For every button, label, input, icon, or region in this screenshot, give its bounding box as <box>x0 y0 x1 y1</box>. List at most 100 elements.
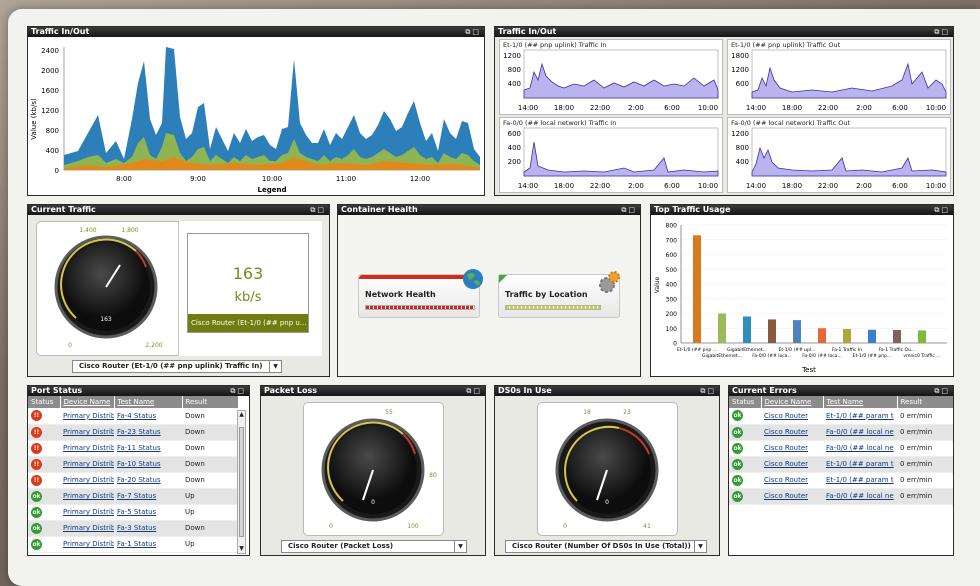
table-row[interactable]: !! Primary Distrib Fa-10 Status Down <box>28 456 238 473</box>
panel-controls-icon[interactable]: ⧉□ <box>934 205 950 215</box>
test-name-link[interactable]: Fa-10 Status <box>114 456 182 473</box>
table-row[interactable]: ok Cisco Router Et-1/0 (## param t0 err/mi… <box>729 408 953 425</box>
bar[interactable] <box>718 313 726 344</box>
column-header[interactable]: Device Name <box>60 396 115 408</box>
test-name-link[interactable]: Et-1/0 (## param t <box>823 456 897 473</box>
test-name-link[interactable]: Fa-4 Status <box>114 408 182 425</box>
table-row[interactable]: ok Cisco Router Et-1/0 (## param t0 err/mi… <box>729 456 953 473</box>
bar[interactable] <box>768 319 776 343</box>
chevron-down-icon[interactable]: ▼ <box>694 541 706 552</box>
panel-controls-icon[interactable]: ⧉□ <box>934 386 950 396</box>
device-name-link[interactable]: Primary Distrib <box>60 408 114 425</box>
table-row[interactable]: ok Primary Distrib Fa-3 Status Down <box>28 520 238 537</box>
test-name-link[interactable]: Fa-20 Status <box>114 472 182 489</box>
table-row[interactable]: ok Cisco Router Fa-0/0 (## local ne 0 err/m… <box>729 424 953 441</box>
container-health-title: Container Health <box>341 205 418 214</box>
device-name-link[interactable]: Cisco Router <box>761 456 823 473</box>
test-name-link[interactable]: Fa-0/0 (## local ne <box>823 424 897 441</box>
panel-controls-icon[interactable]: ⧉□ <box>465 27 481 37</box>
top-traffic-ylabel: Value <box>654 276 661 293</box>
y-tick-label: 1600 <box>41 87 59 95</box>
panel-controls-icon[interactable]: ⧉□ <box>621 205 637 215</box>
ok-icon: ok <box>732 490 743 502</box>
bar[interactable] <box>793 320 801 343</box>
gauge-mark: 18 <box>583 409 591 416</box>
status-cell: !! <box>28 440 60 457</box>
scrollbar[interactable]: ▲ ▼ <box>237 410 246 554</box>
test-name-link[interactable]: Fa-7 Status <box>114 488 182 505</box>
panel-controls-icon[interactable]: ⧉□ <box>310 205 326 215</box>
x-tick-label: 6:00 <box>892 182 908 190</box>
packet-loss-select[interactable]: Cisco Router (Packet Loss) ▼ <box>281 540 467 553</box>
table-row[interactable]: ok Primary Distrib Fa-1 Status Up <box>28 536 238 553</box>
test-name-link[interactable]: Et-1/0 (## param t <box>823 408 897 425</box>
test-name-link[interactable]: Fa-1 Status <box>114 536 182 553</box>
y-tick-label: 1200 <box>731 130 749 138</box>
x-tick-label: 6:00 <box>892 104 908 112</box>
x-tick-label: 2:00 <box>856 182 872 190</box>
x-tick-label: 12:00 <box>410 175 430 183</box>
bar[interactable] <box>893 330 901 343</box>
table-row[interactable]: ok Primary Distrib Fa-7 Status Up <box>28 488 238 505</box>
panel-controls-icon[interactable]: ⧉□ <box>700 386 716 396</box>
panel-controls-icon[interactable]: ⧉□ <box>934 27 950 37</box>
current-traffic-gauge-value: 163 <box>100 316 112 323</box>
table-row[interactable]: !! Primary Distrib Fa-23 Status Down <box>28 424 238 441</box>
test-name-link[interactable]: Fa-0/0 (## local ne <box>823 488 897 505</box>
table-row[interactable]: !! Primary Distrib Fa-20 Status Down <box>28 472 238 489</box>
table-row[interactable]: !! Primary Distrib Fa-11 Status Down <box>28 440 238 457</box>
table-row[interactable]: ok Cisco Router Et-1/0 (## param t0 err/mi… <box>729 472 953 489</box>
device-name-link[interactable]: Primary Distrib <box>60 472 114 489</box>
bar[interactable] <box>868 329 876 343</box>
device-name-link[interactable]: Primary Distrib <box>60 536 114 553</box>
subchart-plot: 1200 800 400 14:00 18:00 22:00 2:00 6:00 10:00 <box>503 49 719 112</box>
device-name-link[interactable]: Primary Distrib <box>60 520 114 537</box>
traffic-by-location-card[interactable]: Traffic by Location <box>498 271 620 318</box>
status-cell: ok <box>28 536 60 553</box>
bar[interactable] <box>918 330 926 343</box>
device-name-link[interactable]: Cisco Router <box>761 424 823 441</box>
y-tick-label: 200 <box>508 158 521 166</box>
device-name-link[interactable]: Cisco Router <box>761 488 823 505</box>
panel-controls-icon[interactable]: ⧉□ <box>230 386 246 396</box>
table-row[interactable]: ok Cisco Router Fa-0/0 (## local ne 0 err/m… <box>729 488 953 505</box>
status-cell: !! <box>28 424 60 441</box>
x-tick-label: Et-1/0 (## pnp ... <box>677 347 717 353</box>
ds0s-select[interactable]: Cisco Router (Number Of DS0s In Use (Tot… <box>505 540 707 553</box>
bar[interactable] <box>743 316 751 343</box>
table-row[interactable]: ok Primary Distrib Fa-5 Status Up <box>28 504 238 521</box>
test-name-link[interactable]: Et-1/0 (## param t <box>823 472 897 489</box>
table-row[interactable]: !! Primary Distrib Fa-4 Status Down <box>28 408 238 425</box>
network-health-card[interactable]: Network Health <box>358 269 483 318</box>
x-tick-label: GigabitEthernet... <box>702 353 742 359</box>
device-name-link[interactable]: Primary Distrib <box>60 440 114 457</box>
bar[interactable] <box>843 328 851 343</box>
alert-icon: !! <box>31 458 42 470</box>
table-row[interactable]: ok Cisco Router Fa-0/0 (## local ne 0 err/m… <box>729 440 953 457</box>
test-name-link[interactable]: Fa-23 Status <box>114 424 182 441</box>
device-name-link[interactable]: Cisco Router <box>761 408 823 425</box>
test-name-link[interactable]: Fa-11 Status <box>114 440 182 457</box>
test-name-link[interactable]: Fa-3 Status <box>114 520 182 537</box>
column-header[interactable]: Test Name <box>114 396 183 408</box>
column-header[interactable]: Device Name <box>761 396 824 408</box>
gauge-mark: 55 <box>385 409 393 416</box>
x-tick-label: Fa-1 Traffic In <box>832 347 862 353</box>
device-name-link[interactable]: Cisco Router <box>761 472 823 489</box>
device-name-link[interactable]: Primary Distrib <box>60 424 114 441</box>
current-traffic-select[interactable]: Cisco Router (Et-1/0 (## pnp uplink) Tra… <box>72 360 282 373</box>
device-name-link[interactable]: Cisco Router <box>761 440 823 457</box>
traffic-subchart: Fa-0/0 (## local network) Traffic In 600 4… <box>499 117 723 193</box>
chevron-down-icon[interactable]: ▼ <box>269 361 281 372</box>
test-name-link[interactable]: Fa-5 Status <box>114 504 182 521</box>
device-name-link[interactable]: Primary Distrib <box>60 456 114 473</box>
test-name-link[interactable]: Fa-0/0 (## local ne <box>823 440 897 457</box>
panel-controls-icon[interactable]: ⧉□ <box>466 386 482 396</box>
bar[interactable] <box>818 328 826 343</box>
column-header[interactable]: Test Name <box>823 396 898 408</box>
current-traffic-value-box: 163 kb/s Cisco Router (Et-1/0 (## pnp u.… <box>178 221 322 356</box>
chevron-down-icon[interactable]: ▼ <box>454 541 466 552</box>
device-name-link[interactable]: Primary Distrib <box>60 504 114 521</box>
bar[interactable] <box>693 235 701 343</box>
device-name-link[interactable]: Primary Distrib <box>60 488 114 505</box>
